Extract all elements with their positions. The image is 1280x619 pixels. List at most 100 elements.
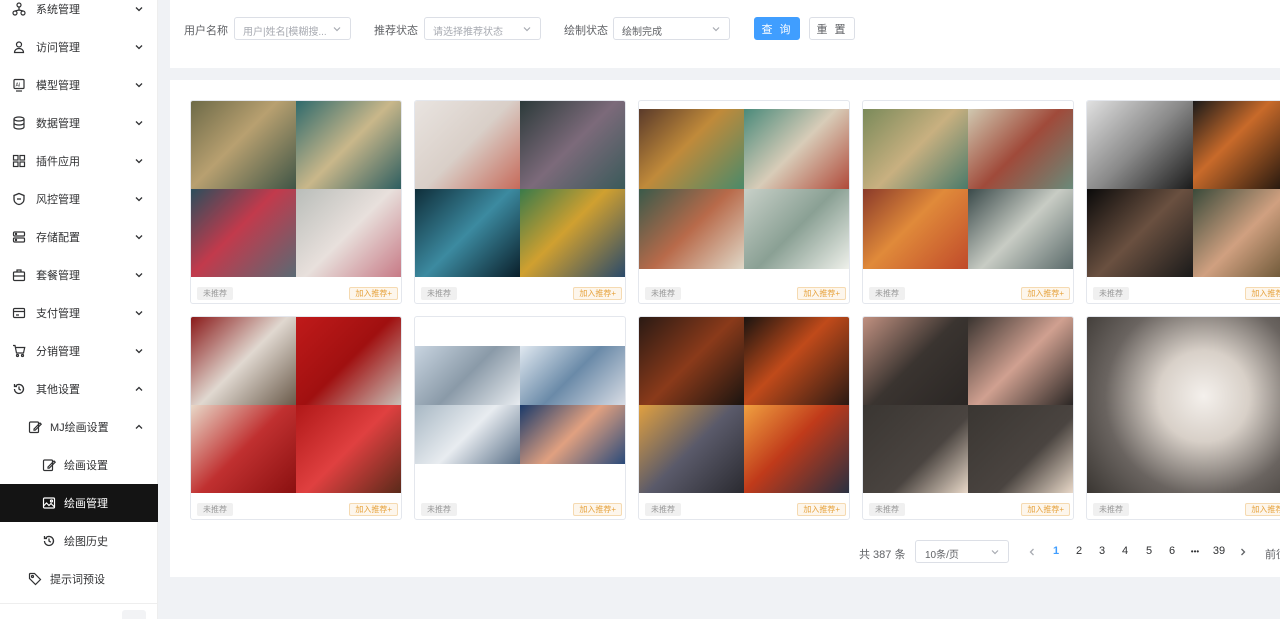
sidebar-item-risk[interactable]: 风控管理 — [0, 180, 158, 218]
goto-page-label: 前往 — [1265, 549, 1280, 561]
sidebar: 系统管理 访问管理 AI 模型管理 数据管理 插件应用 风控管理 存储配置 套餐… — [0, 0, 158, 619]
drawing-card[interactable]: 未推荐 加入推荐+ — [638, 316, 850, 520]
chevron-down-icon — [134, 80, 144, 90]
sidebar-item-model[interactable]: AI 模型管理 — [0, 66, 158, 104]
sidebar-group-mj-drawing-settings[interactable]: MJ绘画设置 — [0, 408, 158, 446]
page-size-select[interactable]: 10条/页 — [915, 540, 1009, 563]
draw-status-value: 绘制完成 — [622, 27, 662, 38]
database-icon — [12, 116, 26, 130]
drawing-thumbnail[interactable] — [415, 101, 625, 277]
prev-page-icon[interactable] — [1027, 547, 1037, 557]
not-recommended-badge: 未推荐 — [869, 287, 905, 300]
drawing-card[interactable]: 未推荐 加入推荐+ — [190, 316, 402, 520]
svg-text:AI: AI — [16, 83, 21, 89]
drawing-card[interactable]: 未推荐 加入推荐+ — [862, 100, 1074, 304]
draw-status-select[interactable]: 绘制完成 — [613, 17, 730, 40]
search-panel: 用户名称 用户|姓名[模糊搜... 推荐状态 请选择推荐状态 绘制状态 绘制完成… — [170, 0, 1280, 68]
drawing-thumbnail[interactable] — [191, 101, 401, 277]
user-name-input[interactable]: 用户|姓名[模糊搜... — [234, 17, 351, 40]
sidebar-item-drawing-settings[interactable]: 绘画设置 — [0, 446, 158, 484]
sidebar-item-prompt-presets[interactable]: 提示词预设 — [0, 560, 158, 598]
chevron-down-icon — [134, 232, 144, 242]
history-icon — [12, 382, 26, 396]
drawing-thumbnail[interactable] — [1087, 317, 1280, 493]
sidebar-item-label: 绘图历史 — [64, 536, 108, 548]
sidebar-item-storage[interactable]: 存储配置 — [0, 218, 158, 256]
add-recommend-button[interactable]: 加入推荐+ — [349, 287, 398, 300]
sidebar-item-label: 模型管理 — [36, 80, 80, 92]
drawing-card[interactable]: 未推荐 加入推荐+ — [414, 316, 626, 520]
draw-status-label: 绘制状态 — [564, 25, 608, 37]
add-recommend-button[interactable]: 加入推荐+ — [1021, 287, 1070, 300]
cluster-icon — [12, 2, 26, 16]
add-recommend-button[interactable]: 加入推荐+ — [797, 287, 846, 300]
page-5[interactable]: 5 — [1140, 545, 1158, 557]
page-1[interactable]: 1 — [1047, 545, 1065, 557]
sidebar-item-label: 分销管理 — [36, 346, 80, 358]
drawing-thumbnail[interactable] — [639, 109, 849, 269]
drawing-gallery-panel: 未推荐 加入推荐+ 未推荐 加入推荐+ 未推荐 加入推荐+ 未推荐 加入推荐+ … — [170, 80, 1280, 577]
sidebar-item-drawing-management[interactable]: 绘画管理 — [0, 484, 158, 522]
sidebar-item-data[interactable]: 数据管理 — [0, 104, 158, 142]
sidebar-item-system[interactable]: 系统管理 — [0, 0, 158, 28]
drawing-thumbnail[interactable] — [863, 109, 1073, 269]
page-6[interactable]: 6 — [1163, 545, 1181, 557]
sidebar-item-distribution[interactable]: 分销管理 — [0, 332, 158, 370]
not-recommended-badge: 未推荐 — [869, 503, 905, 516]
recommend-status-select[interactable]: 请选择推荐状态 — [424, 17, 541, 40]
sidebar-item-label: 访问管理 — [36, 42, 80, 54]
drawing-card[interactable]: 未推荐 加入推荐+ — [414, 100, 626, 304]
not-recommended-badge: 未推荐 — [421, 503, 457, 516]
add-recommend-button[interactable]: 加入推荐+ — [349, 503, 398, 516]
image-icon — [42, 496, 56, 510]
chevron-down-icon — [134, 346, 144, 356]
page-4[interactable]: 4 — [1116, 545, 1134, 557]
sidebar-item-label: 插件应用 — [36, 156, 80, 168]
package-icon — [12, 268, 26, 282]
add-recommend-button[interactable]: 加入推荐+ — [573, 287, 622, 300]
ai-model-icon: AI — [12, 78, 26, 92]
recommend-status-placeholder: 请选择推荐状态 — [433, 27, 503, 38]
drawing-thumbnail[interactable] — [415, 346, 625, 464]
page-2[interactable]: 2 — [1070, 545, 1088, 557]
page-3[interactable]: 3 — [1093, 545, 1111, 557]
more-pages-ellipsis[interactable]: ••• — [1186, 547, 1204, 556]
drawing-thumbnail[interactable] — [639, 317, 849, 493]
chevron-up-icon — [134, 422, 144, 432]
sidebar-item-payment[interactable]: 支付管理 — [0, 294, 158, 332]
pagination-total: 共 387 条 — [859, 549, 906, 561]
not-recommended-badge: 未推荐 — [645, 503, 681, 516]
sidebar-scroll-handle[interactable] — [122, 610, 146, 619]
storage-icon — [12, 230, 26, 244]
drawing-card[interactable]: 未推荐 加入推荐+ — [190, 100, 402, 304]
recommend-status-label: 推荐状态 — [374, 25, 418, 37]
add-recommend-button[interactable]: 加入推荐+ — [1245, 503, 1280, 516]
drawing-card[interactable]: 未推荐 加入推荐+ — [1086, 316, 1280, 520]
sidebar-item-drawing-history[interactable]: 绘图历史 — [0, 522, 158, 560]
user-icon — [12, 40, 26, 54]
user-name-placeholder: 用户|姓名[模糊搜... — [243, 27, 327, 38]
chevron-down-icon — [134, 42, 144, 52]
drawing-card[interactable]: 未推荐 加入推荐+ — [862, 316, 1074, 520]
query-button[interactable]: 查 询 — [754, 17, 800, 40]
drawing-thumbnail[interactable] — [191, 317, 401, 493]
drawing-card[interactable]: 未推荐 加入推荐+ — [1086, 100, 1280, 304]
page-size-value: 10条/页 — [925, 550, 959, 561]
reset-button[interactable]: 重 置 — [809, 17, 855, 40]
sidebar-item-access[interactable]: 访问管理 — [0, 28, 158, 66]
chevron-down-icon — [134, 156, 144, 166]
add-recommend-button[interactable]: 加入推荐+ — [1021, 503, 1070, 516]
next-page-icon[interactable] — [1238, 547, 1248, 557]
drawing-card[interactable]: 未推荐 加入推荐+ — [638, 100, 850, 304]
page-last[interactable]: 39 — [1209, 545, 1229, 557]
sidebar-item-plugins[interactable]: 插件应用 — [0, 142, 158, 180]
chevron-down-icon — [712, 27, 720, 32]
add-recommend-button[interactable]: 加入推荐+ — [573, 503, 622, 516]
drawing-thumbnail[interactable] — [863, 317, 1073, 493]
drawing-thumbnail[interactable] — [1087, 101, 1280, 277]
add-recommend-button[interactable]: 加入推荐+ — [1245, 287, 1280, 300]
sidebar-item-other-settings[interactable]: 其他设置 — [0, 370, 158, 408]
sidebar-item-package[interactable]: 套餐管理 — [0, 256, 158, 294]
not-recommended-badge: 未推荐 — [645, 287, 681, 300]
add-recommend-button[interactable]: 加入推荐+ — [797, 503, 846, 516]
